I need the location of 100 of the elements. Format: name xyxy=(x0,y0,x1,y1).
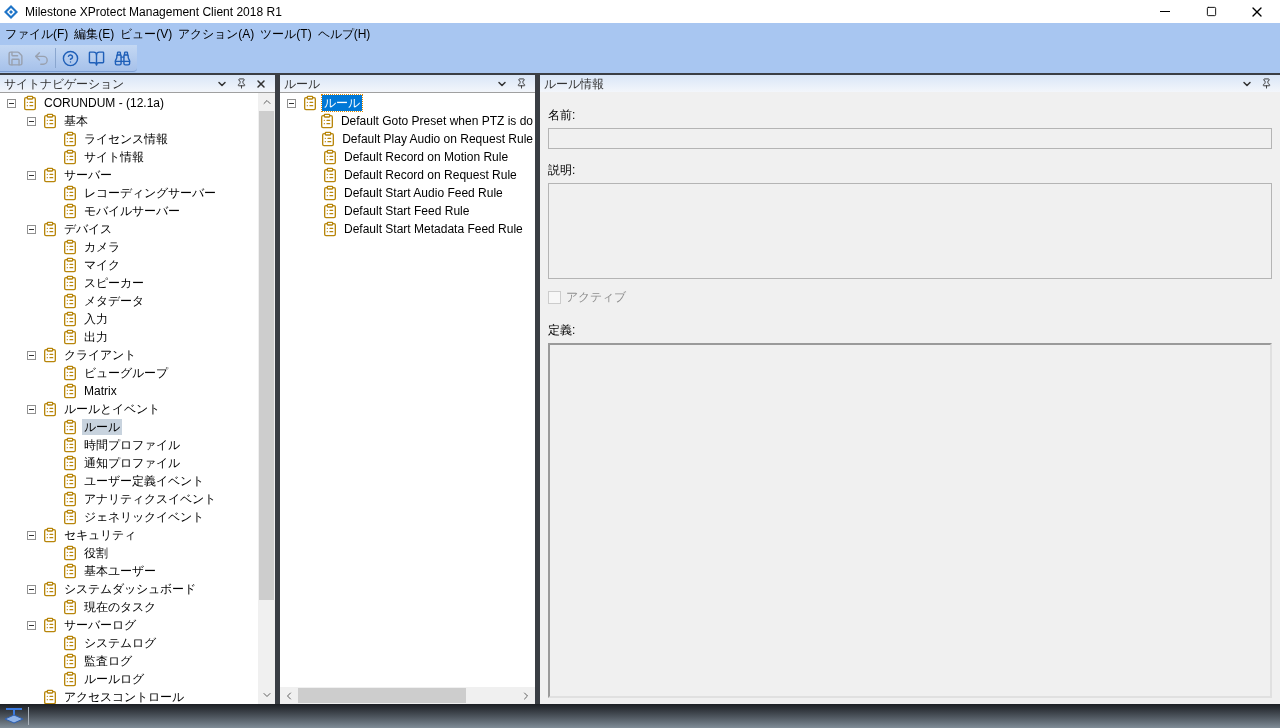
tree-node-icon xyxy=(62,275,78,291)
tree-node-icon xyxy=(42,401,58,417)
tree-item[interactable]: セキュリティ xyxy=(62,527,138,543)
tree-node-icon xyxy=(62,455,78,471)
tree-item[interactable]: デバイス xyxy=(62,221,114,237)
collapse-toggle[interactable] xyxy=(26,170,36,180)
tree-node-icon xyxy=(318,113,335,129)
field-label: 定義: xyxy=(548,322,577,339)
tree-node-icon xyxy=(62,185,78,201)
field-label: 説明: xyxy=(548,162,577,179)
tree-item[interactable]: システムログ xyxy=(82,635,158,651)
menu-item[interactable]: ビュー(V) xyxy=(117,25,176,43)
tree-item[interactable]: Default Start Audio Feed Rule xyxy=(342,185,505,201)
tree-item[interactable]: クライアント xyxy=(62,347,138,363)
collapse-toggle[interactable] xyxy=(26,350,36,360)
pane-title: ルール情報 xyxy=(544,75,605,93)
tree-item[interactable]: スピーカー xyxy=(82,275,146,291)
tree-item[interactable]: モバイルサーバー xyxy=(82,203,182,219)
menu-item[interactable]: ツール(T) xyxy=(257,25,315,43)
tree-item[interactable]: ルール xyxy=(82,419,122,435)
collapse-toggle[interactable] xyxy=(286,98,296,108)
network-icon[interactable] xyxy=(3,707,25,725)
tree-item[interactable]: マイク xyxy=(82,257,122,273)
tree-item[interactable]: サイト情報 xyxy=(82,149,146,165)
tree-item[interactable]: アクセスコントロール xyxy=(62,689,186,704)
tree-node-icon xyxy=(42,113,58,129)
collapse-toggle[interactable] xyxy=(26,224,36,234)
tree-item[interactable]: ビューグループ xyxy=(82,365,170,381)
name-field[interactable] xyxy=(548,128,1272,149)
collapse-toggle[interactable] xyxy=(26,404,36,414)
collapse-toggle[interactable] xyxy=(26,116,36,126)
tree-item[interactable]: 入力 xyxy=(82,311,110,327)
tree-item[interactable]: 出力 xyxy=(82,329,110,345)
tree-node-icon xyxy=(62,635,78,651)
menu-item[interactable]: 編集(E) xyxy=(71,25,118,43)
tree-item[interactable]: Default Record on Request Rule xyxy=(342,167,519,183)
undo-icon xyxy=(32,49,50,67)
tree-node-icon xyxy=(320,131,337,147)
tree-item[interactable]: Default Goto Preset when PTZ is do xyxy=(338,113,535,129)
tree-item[interactable]: 監査ログ xyxy=(82,653,134,669)
tree-item[interactable]: Matrix xyxy=(82,383,119,399)
tree-item[interactable]: ジェネリックイベント xyxy=(82,509,206,525)
tree-item[interactable]: Default Start Metadata Feed Rule xyxy=(342,221,525,237)
tree-node-icon xyxy=(62,671,78,687)
collapse-toggle[interactable] xyxy=(26,530,36,540)
tree-node-icon xyxy=(62,473,78,489)
collapse-toggle[interactable] xyxy=(26,620,36,630)
tree-node-icon xyxy=(42,617,58,633)
tree-item[interactable]: アナリティクスイベント xyxy=(82,491,218,507)
menu-item[interactable]: ヘルプ(H) xyxy=(314,25,374,43)
tree-node-icon xyxy=(322,149,338,165)
tree-node-icon xyxy=(322,203,338,219)
description-field[interactable] xyxy=(548,183,1272,279)
field-label: 名前: xyxy=(548,107,577,124)
tree-item[interactable]: システムダッシュボード xyxy=(62,581,198,597)
menu-item[interactable]: ファイル(F) xyxy=(2,25,72,43)
tree-item[interactable]: 基本 xyxy=(62,113,90,129)
tree-item[interactable]: サーバー xyxy=(62,167,114,183)
tree-node-icon xyxy=(22,95,38,111)
tree-node-icon xyxy=(42,347,58,363)
tree-item[interactable]: CORUNDUM - (12.1a) xyxy=(42,95,166,111)
tree-item[interactable]: Default Record on Motion Rule xyxy=(342,149,511,165)
tree-node-icon xyxy=(62,653,78,669)
pin-icon[interactable] xyxy=(1261,78,1272,89)
binoculars-icon xyxy=(113,49,131,67)
tree-item[interactable]: Default Play Audio on Request Rule xyxy=(340,131,535,147)
tree-item[interactable]: メタデータ xyxy=(82,293,146,309)
tree-item[interactable]: 時間プロファイル xyxy=(82,437,182,453)
minimize-icon xyxy=(1160,11,1170,12)
tree-item[interactable]: ルール xyxy=(322,95,362,111)
window-title: Milestone XProtect Management Client 2018 R1 xyxy=(25,3,283,21)
tree-item[interactable]: ユーザー定義イベント xyxy=(82,473,206,489)
book-icon xyxy=(87,49,105,67)
tree-item[interactable]: ルールとイベント xyxy=(62,401,162,417)
collapse-toggle[interactable] xyxy=(6,98,16,108)
tree-item[interactable]: サーバーログ xyxy=(62,617,138,633)
tree-item[interactable]: 通知プロファイル xyxy=(82,455,182,471)
tree-item[interactable]: 役割 xyxy=(82,545,110,561)
tree-item[interactable]: カメラ xyxy=(82,239,122,255)
tree-node-icon xyxy=(62,329,78,345)
pin-icon[interactable] xyxy=(236,78,247,89)
tree-node-icon xyxy=(62,365,78,381)
tree-node-icon xyxy=(62,257,78,273)
definition-field[interactable] xyxy=(548,343,1272,698)
help-icon xyxy=(61,49,79,67)
tree-item[interactable]: 現在のタスク xyxy=(82,599,158,615)
pin-icon[interactable] xyxy=(516,78,527,89)
tree-item[interactable]: 基本ユーザー xyxy=(82,563,158,579)
close-icon[interactable] xyxy=(255,77,267,90)
tree-item[interactable]: ライセンス情報 xyxy=(82,131,170,147)
tree-item[interactable]: レコーディングサーバー xyxy=(82,185,218,201)
tree-node-icon xyxy=(62,203,78,219)
tree-node-icon xyxy=(322,185,338,201)
pane-title: ルール xyxy=(284,75,321,93)
tree-item[interactable]: ルールログ xyxy=(82,671,146,687)
app-logo-icon xyxy=(4,4,18,19)
menu-item[interactable]: アクション(A) xyxy=(175,25,258,43)
tree-node-icon xyxy=(42,581,58,597)
collapse-toggle[interactable] xyxy=(26,584,36,594)
tree-item[interactable]: Default Start Feed Rule xyxy=(342,203,472,219)
